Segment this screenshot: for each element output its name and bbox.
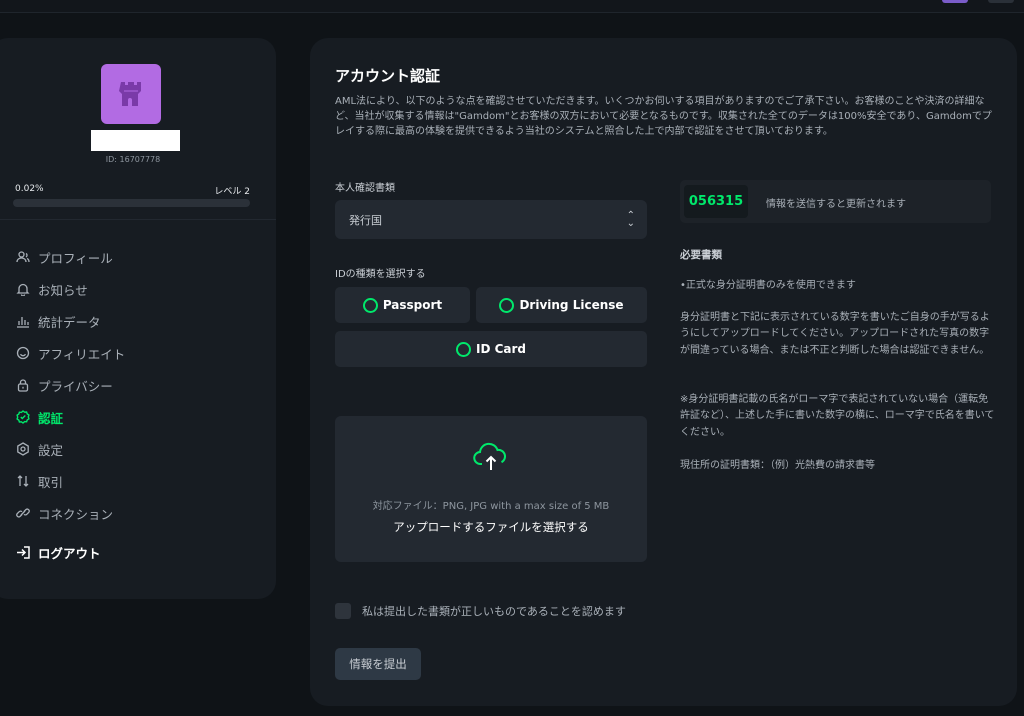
requirement-line: •正式な身分証明書のみを使用できます xyxy=(680,280,856,291)
sidebar-item-privacy[interactable]: プライバシー xyxy=(15,369,255,401)
id-option-passport[interactable]: Passport xyxy=(335,287,470,323)
sidebar-item-settings[interactable]: 設定 xyxy=(15,433,255,465)
level-label: レベル 2 xyxy=(214,187,250,197)
top-action-button[interactable] xyxy=(942,0,968,3)
file-upload-area[interactable]: 対応ファイル：PNG, JPG with a max size of 5 MB … xyxy=(335,416,647,562)
user-id: ID: 16707778 xyxy=(105,155,161,164)
sidebar-item-label: 統計データ xyxy=(38,314,101,330)
aml-description: AML法により、以下のような点を確認させていただきます。いくつかお伺いする項目が… xyxy=(335,96,992,137)
sidebar-item-label: プライバシー xyxy=(38,378,113,394)
cloud-upload-icon xyxy=(473,442,506,470)
id-option-driving-license[interactable]: Driving License xyxy=(476,287,647,323)
transfer-icon xyxy=(15,473,31,489)
verification-code-box: 056315 情報を送信すると更新されます xyxy=(680,180,991,223)
sidebar-item-affiliate[interactable]: アフィリエイト xyxy=(15,337,255,369)
progress-percent: 0.02% xyxy=(15,184,44,194)
verification-code-note: 情報を送信すると更新されます xyxy=(766,199,906,210)
id-option-label: Passport xyxy=(382,298,443,312)
bell-icon xyxy=(15,281,31,297)
avatar xyxy=(101,64,161,124)
requirement-paragraph-1: 身分証明書と下記に表示されている数字を書いたご自身の手が写るようにしてアップロー… xyxy=(680,312,990,356)
logout-icon xyxy=(15,544,31,560)
logout-label: ログアウト xyxy=(38,545,101,561)
agreement-row: 私は提出した書類が正しいものであることを認めます xyxy=(335,603,626,619)
requirements-title: 必要書類 xyxy=(680,249,722,261)
sidebar-item-notifications[interactable]: お知らせ xyxy=(15,273,255,305)
level-progress-bar xyxy=(13,199,250,207)
sidebar-item-label: お知らせ xyxy=(38,282,88,298)
link-icon xyxy=(15,505,31,521)
id-option-label: ID Card xyxy=(475,342,526,356)
requirement-paragraph-3: 現住所の証明書類：（例）光熱費の請求書等 xyxy=(680,460,875,471)
id-option-label: Driving License xyxy=(519,298,624,312)
requirement-paragraph-2: ※身分証明書記載の氏名がローマ字で表記されていない場合（運転免許証など）、上述し… xyxy=(680,394,995,438)
level-progress-labels: 0.02% レベル 2 xyxy=(15,184,250,197)
radio-icon xyxy=(499,297,515,313)
verification-code: 056315 xyxy=(684,185,748,218)
agreement-label: 私は提出した書類が正しいものであることを認めます xyxy=(362,605,626,618)
gear-icon xyxy=(15,441,31,457)
top-bar xyxy=(0,0,1024,13)
sidebar-item-label: プロフィール xyxy=(38,250,113,266)
sidebar-nav: プロフィール お知らせ 統計データ アフィリエイト プライバシー 認証 設定 取… xyxy=(15,241,255,568)
smile-icon xyxy=(15,345,31,361)
sidebar-item-label: 取引 xyxy=(38,474,64,490)
id-option-id-card[interactable]: ID Card xyxy=(335,331,647,367)
upload-choose-file: アップロードするファイルを選択する xyxy=(393,520,589,534)
sidebar-item-profile[interactable]: プロフィール xyxy=(15,241,255,273)
sidebar-item-label: 認証 xyxy=(38,410,64,426)
document-type-label: 本人確認書類 xyxy=(335,183,395,194)
sidebar-item-label: 設定 xyxy=(38,442,64,458)
logout-button[interactable]: ログアウト xyxy=(15,536,255,568)
lock-icon xyxy=(15,377,31,393)
country-select[interactable]: 発行国 ⌃ ⌄ xyxy=(335,200,647,239)
submit-button[interactable]: 情報を提出 xyxy=(335,648,421,680)
verification-panel: アカウント認証 AML法により、以下のような点を確認させていただきます。いくつか… xyxy=(310,38,1017,706)
sidebar-item-label: アフィリエイト xyxy=(38,346,126,362)
radio-icon xyxy=(362,297,378,313)
sidebar-item-verification[interactable]: 認証 xyxy=(15,401,255,433)
country-select-value: 発行国 xyxy=(349,213,382,227)
verify-icon xyxy=(15,409,31,425)
sidebar-item-connections[interactable]: コネクション xyxy=(15,497,255,529)
sidebar-item-label: コネクション xyxy=(38,506,114,522)
profile-sidebar: ID: 16707778 0.02% レベル 2 プロフィール お知らせ 統計デ… xyxy=(0,38,276,599)
profile-icon xyxy=(15,249,31,265)
page-title: アカウント認証 xyxy=(335,67,441,85)
sidebar-item-stats[interactable]: 統計データ xyxy=(15,305,255,337)
radio-icon xyxy=(455,341,471,357)
sidebar-item-transactions[interactable]: 取引 xyxy=(15,465,255,497)
id-type-label: IDの種類を選択する xyxy=(335,269,426,280)
castle-icon xyxy=(119,82,141,106)
upload-file-types: 対応ファイル：PNG, JPG with a max size of 5 MB xyxy=(372,501,610,512)
top-menu-button[interactable] xyxy=(988,0,1014,3)
username-redacted xyxy=(91,130,180,151)
chevron-up-down-icon: ⌃ ⌄ xyxy=(626,210,635,229)
agreement-checkbox[interactable] xyxy=(335,603,351,619)
stats-icon xyxy=(15,313,31,329)
sidebar-divider xyxy=(0,219,276,220)
